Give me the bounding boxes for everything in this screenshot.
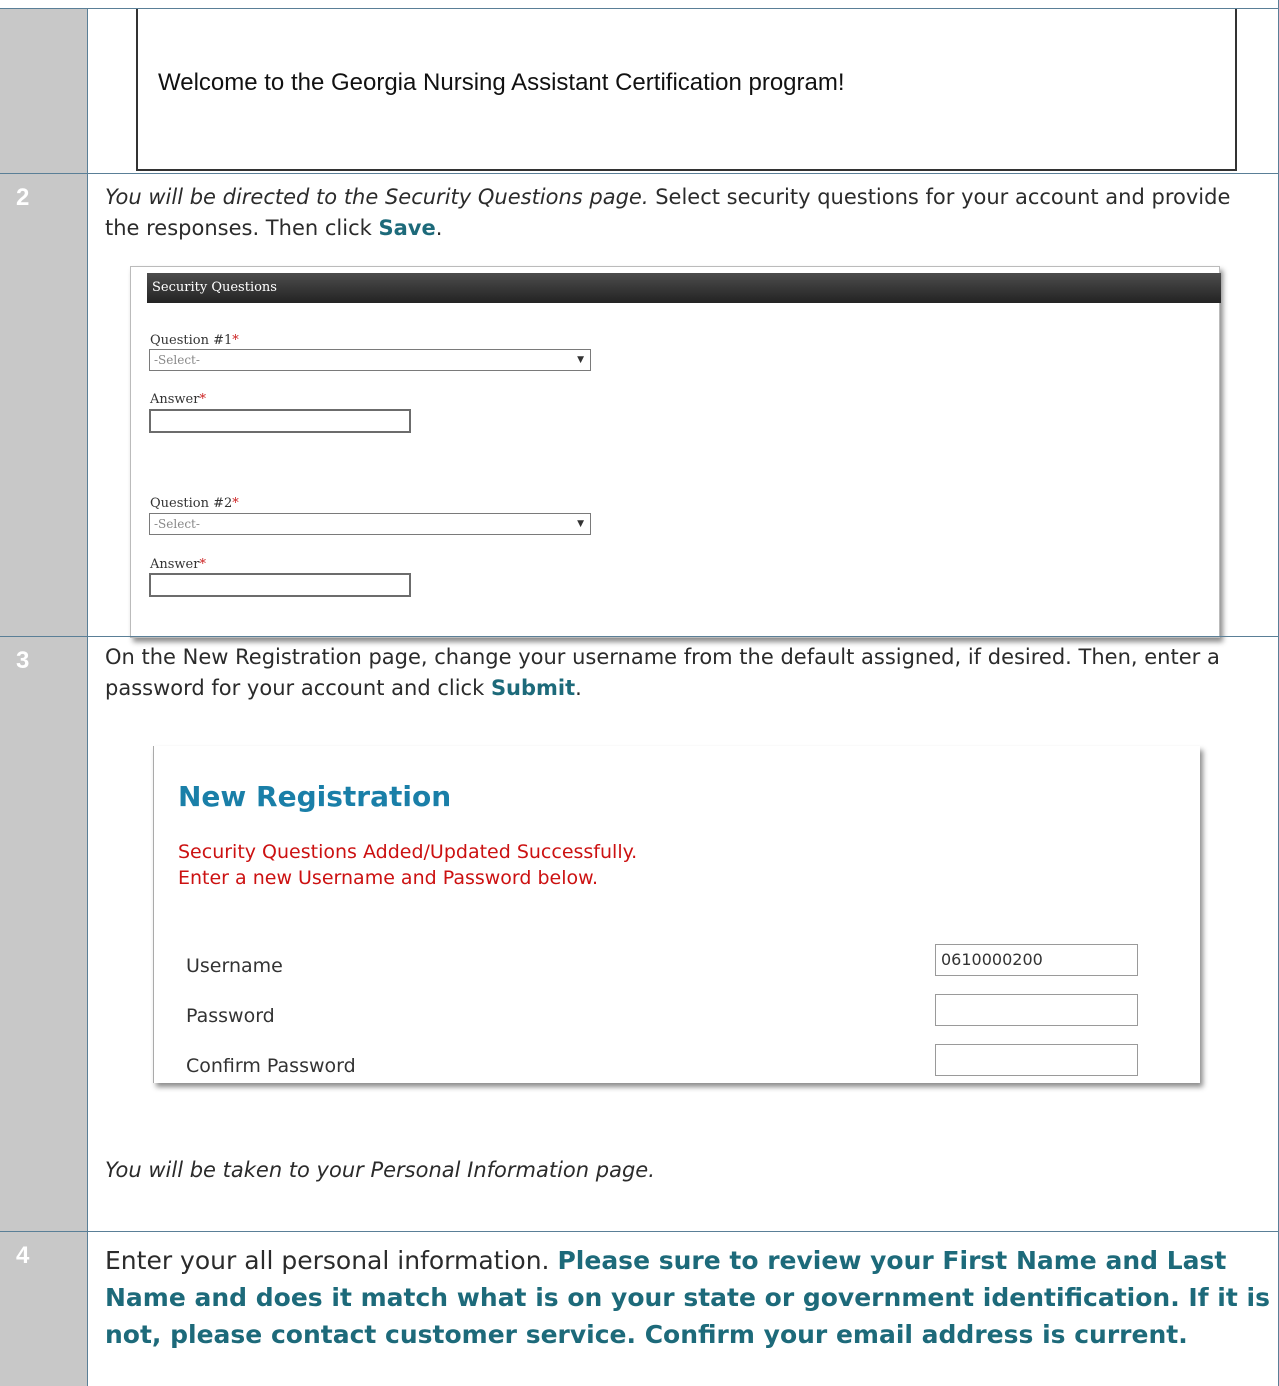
password-label: Password xyxy=(186,1005,275,1027)
step-4-content: Enter your all personal information. Ple… xyxy=(105,1242,1271,1353)
required-mark: * xyxy=(199,392,206,407)
step-number-cell: 4 xyxy=(0,1232,88,1386)
security-questions-header: Security Questions xyxy=(147,273,1221,303)
step-2-instructions: You will be directed to the Security Que… xyxy=(105,182,1271,244)
question-2-label: Question #2* xyxy=(150,496,239,511)
step-number: 4 xyxy=(16,1242,30,1269)
success-message-line-2: Enter a new Username and Password below. xyxy=(178,867,598,889)
success-message-line-1: Security Questions Added/Updated Success… xyxy=(178,841,638,863)
answer-1-label: Answer* xyxy=(150,392,206,407)
required-mark: * xyxy=(232,333,239,348)
step-3-outro: You will be taken to your Personal Infor… xyxy=(105,1155,1271,1186)
answer-1-label-text: Answer xyxy=(150,392,200,407)
step-number-cell: 3 xyxy=(0,637,88,1231)
welcome-text: Welcome to the Georgia Nursing Assistant… xyxy=(158,69,845,96)
question-1-select-value: -Select- xyxy=(154,353,200,367)
step-4-text: Enter your all personal information. xyxy=(105,1246,558,1275)
step-number: 2 xyxy=(16,184,30,211)
row-step-2: 2 You will be directed to the Security Q… xyxy=(0,173,1279,638)
chevron-down-icon: ▼ xyxy=(577,355,584,365)
confirm-password-input[interactable] xyxy=(935,1044,1138,1076)
confirm-password-label: Confirm Password xyxy=(186,1055,356,1077)
security-questions-screenshot: Security Questions Question #1* -Select-… xyxy=(130,266,1221,638)
welcome-box: Welcome to the Georgia Nursing Assistant… xyxy=(136,9,1237,171)
question-1-label-text: Question #1 xyxy=(150,333,233,348)
step-number-cell: 2 xyxy=(0,174,88,636)
step-2-period: . xyxy=(435,216,443,240)
row-step-4: 4 Enter your all personal information. P… xyxy=(0,1231,1279,1386)
new-registration-screenshot: New Registration Security Questions Adde… xyxy=(153,746,1200,1083)
required-mark: * xyxy=(232,496,239,511)
submit-keyword: Submit xyxy=(490,676,576,700)
success-message: Security Questions Added/Updated Success… xyxy=(178,839,637,891)
question-2-select[interactable]: -Select- ▼ xyxy=(149,513,591,535)
question-2-label-text: Question #2 xyxy=(150,496,233,511)
question-1-label: Question #1* xyxy=(150,333,239,348)
question-1-select[interactable]: -Select- ▼ xyxy=(149,349,591,371)
step-3-period: . xyxy=(575,676,582,700)
required-mark: * xyxy=(199,557,206,572)
step-4-instructions: Enter your all personal information. Ple… xyxy=(105,1242,1271,1353)
question-2-select-value: -Select- xyxy=(154,517,200,531)
username-label: Username xyxy=(186,955,283,977)
step-3-outro-text: You will be taken to your Personal Infor… xyxy=(105,1158,655,1182)
step-3-intro-text: On the New Registration page, change you… xyxy=(105,645,1220,700)
step-2-intro-italic: You will be directed to the Security Que… xyxy=(105,185,649,209)
chevron-down-icon: ▼ xyxy=(577,519,584,529)
answer-2-label-text: Answer xyxy=(150,557,200,572)
row-step-3: 3 On the New Registration page, change y… xyxy=(0,636,1279,1231)
step-2-content: You will be directed to the Security Que… xyxy=(105,182,1271,244)
step-number-cell xyxy=(0,9,88,173)
answer-2-input[interactable] xyxy=(149,573,411,597)
registration-title: New Registration xyxy=(178,780,452,813)
answer-1-input[interactable] xyxy=(149,409,411,433)
save-keyword: Save xyxy=(378,216,436,240)
step-3-instructions: On the New Registration page, change you… xyxy=(105,642,1271,704)
step-3-content: On the New Registration page, change you… xyxy=(105,642,1271,704)
password-input[interactable] xyxy=(935,994,1138,1026)
answer-2-label: Answer* xyxy=(150,557,206,572)
step-number: 3 xyxy=(16,647,30,674)
username-input[interactable]: 0610000200 xyxy=(935,944,1138,976)
row-welcome: Welcome to the Georgia Nursing Assistant… xyxy=(0,8,1279,173)
